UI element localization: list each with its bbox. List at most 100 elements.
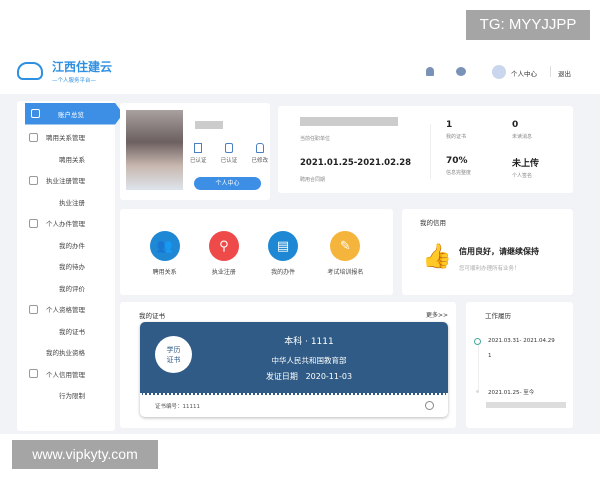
sidebar-icon xyxy=(29,304,38,314)
sidebar-item[interactable]: 个人信用管理 xyxy=(17,363,115,385)
stat-value: 0 xyxy=(512,120,519,130)
sidebar-item-label: 我的执业资格 xyxy=(46,349,85,358)
thumbs-up-icon: 👍 xyxy=(422,242,452,270)
sidebar-item[interactable]: 我的执业资格 xyxy=(17,342,115,364)
issuer: 中华人民共和国教育部 xyxy=(271,356,347,365)
divider xyxy=(550,66,551,77)
sidebar-item-label: 我的评价 xyxy=(59,284,85,293)
sidebar-item[interactable]: 个人资格管理 xyxy=(17,299,115,321)
history-period: 2021.03.31- 2021.04.29 xyxy=(488,338,555,344)
bell-icon[interactable] xyxy=(426,67,434,76)
contract-label: 聘用合同期 xyxy=(300,177,326,183)
header: 江西住建云 —个人服务平台— 个人中心 退出 xyxy=(0,50,600,94)
timeline-dot-icon xyxy=(474,338,481,345)
sidebar-item-label: 个人资格管理 xyxy=(46,306,85,315)
certificate-title: 我的证书 xyxy=(139,312,165,320)
id-card-icon xyxy=(194,143,203,153)
logout-link[interactable]: 退出 xyxy=(558,68,571,78)
chat-icon[interactable] xyxy=(456,67,466,76)
watermark-top: TG: MYYJJPP xyxy=(466,10,590,40)
sidebar-item[interactable]: 执业注册 xyxy=(17,191,115,213)
sidebar-item-label: 我的待办 xyxy=(59,263,85,272)
quick-link-label: 执业注册 xyxy=(211,269,236,276)
certificate-banner: 学历 证书 本科 · 1111 中华人民共和国教育部 发证日期 2020-11-0… xyxy=(140,322,448,395)
badge-label: 已认证 xyxy=(190,158,207,164)
sidebar-item[interactable]: 账户总览 xyxy=(25,103,123,125)
quick-link-label: 考试培训报名 xyxy=(327,269,364,276)
divider xyxy=(430,124,431,179)
quick-links: 👥 聘用关系 ⚲ 执业注册 ▤ 我的办件 ✎ 考试培训报名 xyxy=(120,209,393,295)
main-area: 账户总览 聘用关系管理 聘用关系 执业注册管理 执业注册 个人办件管理 我的办件 我的待办 我的… xyxy=(0,94,600,434)
profile-name-blurred xyxy=(195,121,223,129)
sidebar-item-label: 聘用关系 xyxy=(59,155,85,164)
logo-subtitle: —个人服务平台— xyxy=(52,78,97,84)
phone-icon xyxy=(224,143,233,153)
sidebar-item-label: 聘用关系管理 xyxy=(46,134,85,143)
edit-list-icon: ✎ xyxy=(330,231,361,261)
stat-value: 未上传 xyxy=(512,159,540,169)
work-history-title: 工作履历 xyxy=(485,312,511,320)
credit-subtitle: 您可顺利办理所有业务！ xyxy=(459,266,520,272)
badge-label: 已认证 xyxy=(220,158,238,164)
quick-link-label: 我的办件 xyxy=(271,269,296,276)
history-period: 2021.01.25- 至今 xyxy=(488,390,535,396)
quick-link-label: 聘用关系 xyxy=(152,269,177,276)
history-detail: 1 xyxy=(488,353,492,359)
stat-signature[interactable]: 未上传 个人签名 xyxy=(512,156,539,179)
sidebar: 账户总览聘用关系管理聘用关系执业注册管理执业注册个人办件管理我的办件我的待办我的… xyxy=(17,101,123,431)
sidebar-item[interactable]: 执业注册管理 xyxy=(17,170,115,192)
more-link[interactable]: 更多>> xyxy=(426,310,448,319)
sidebar-item[interactable]: 行为限制 xyxy=(17,385,115,407)
sidebar-item[interactable]: 个人办件管理 xyxy=(17,213,115,235)
badge-label: 已修改 xyxy=(251,158,268,164)
quick-link-exam[interactable]: ✎ 考试培训报名 xyxy=(327,231,363,295)
certificate-number: 证书编号：11111 xyxy=(155,404,200,410)
quick-link-my-cases[interactable]: ▤ 我的办件 xyxy=(268,231,299,295)
user-center-link[interactable]: 个人中心 xyxy=(511,68,537,78)
quick-link-registration[interactable]: ⚲ 执业注册 xyxy=(208,231,239,295)
sidebar-item[interactable]: 聘用关系管理 xyxy=(17,127,115,149)
sidebar-item[interactable]: 聘用关系 xyxy=(17,148,115,170)
sidebar-item-label: 执业注册管理 xyxy=(46,177,85,186)
sidebar-item[interactable]: 我的办件 xyxy=(17,234,115,256)
sidebar-item-label: 行为限制 xyxy=(59,392,85,401)
sidebar-icon xyxy=(29,175,38,185)
info-icon[interactable] xyxy=(425,401,434,410)
credit-card: 我的信用 👍 信用良好，请继续保持 您可顺利办理所有业务！ xyxy=(402,209,573,295)
stat-messages[interactable]: 0 未读消息 xyxy=(512,120,532,140)
avatar[interactable] xyxy=(492,65,506,79)
history-detail-blurred xyxy=(486,402,566,408)
badge: 已认证 xyxy=(220,143,238,164)
cloud-logo-icon xyxy=(17,62,43,80)
issue-date: 2020-11-03 xyxy=(305,372,353,381)
issue-date-label: 发证日期 xyxy=(265,372,298,381)
lock-icon xyxy=(255,143,264,153)
credit-title: 我的信用 xyxy=(420,219,446,227)
credit-status: 信用良好，请继续保持 xyxy=(459,247,539,256)
stat-label: 我的证书 xyxy=(446,134,467,140)
badge: 已认证 xyxy=(190,143,207,164)
quick-link-employment[interactable]: 👥 聘用关系 xyxy=(149,231,180,295)
profile-photo xyxy=(126,110,183,190)
certificate-item[interactable]: 学历 证书 本科 · 1111 中华人民共和国教育部 发证日期 2020-11-0… xyxy=(140,322,448,417)
sidebar-item-label: 我的证书 xyxy=(59,327,85,336)
stat-value: 1 xyxy=(446,120,453,130)
timeline-line xyxy=(478,344,479,392)
logo-title: 江西住建云 xyxy=(52,60,113,74)
stat-certs[interactable]: 1 我的证书 xyxy=(446,120,466,140)
sidebar-icon xyxy=(29,369,38,379)
personal-center-button[interactable]: 个人中心 xyxy=(194,177,261,190)
sidebar-item[interactable]: 我的评价 xyxy=(17,277,115,299)
stats-card: 当前任职单位 2021.01.25-2021.02.28 聘用合同期 1 我的证书… xyxy=(278,106,573,193)
stat-label: 个人签名 xyxy=(512,173,533,179)
badges: 已认证 已认证 已修改 xyxy=(190,143,268,164)
timeline-dot-icon xyxy=(476,390,479,393)
stat-value: 70% xyxy=(446,156,468,166)
stat-completeness: 70% 信息完整度 xyxy=(446,156,471,176)
sidebar-item[interactable]: 我的待办 xyxy=(17,256,115,278)
sidebar-item[interactable]: 我的证书 xyxy=(17,320,115,342)
sidebar-item-label: 个人办件管理 xyxy=(46,220,85,229)
degree: 本科 · 1111 xyxy=(284,337,334,347)
issue-date-row: 发证日期 2020-11-03 xyxy=(140,371,448,382)
employer-blurred xyxy=(300,117,398,126)
